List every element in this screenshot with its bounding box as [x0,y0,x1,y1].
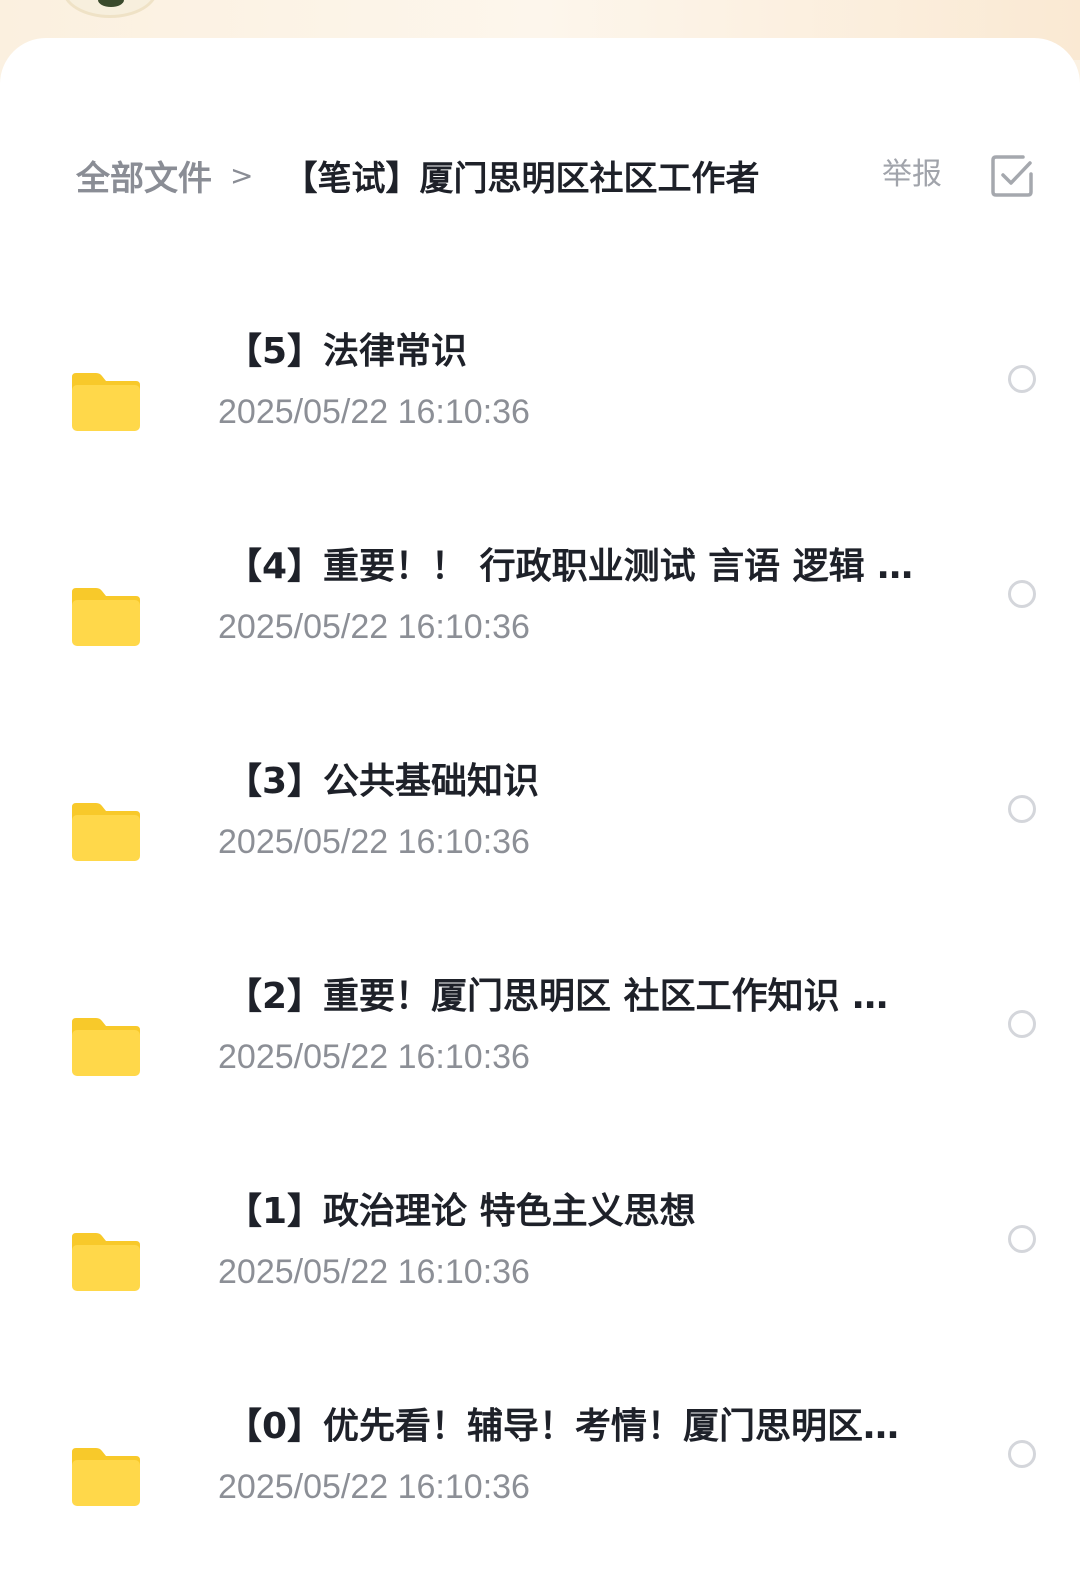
report-button[interactable]: 举报 [882,154,942,196]
list-item[interactable]: 【5】法律常识 2025/05/22 16:10:36 [0,310,1080,470]
list-item[interactable]: 【0】优先看！辅导！考情！厦门思明区… 2025/05/22 16:10:36 [0,1385,1080,1545]
file-date: 2025/05/22 16:10:36 [218,1253,530,1291]
breadcrumb-root-link[interactable]: 全部文件 [76,151,212,200]
file-name: 【3】公共基础知识 [226,761,540,802]
list-item[interactable]: 【4】重要！！ 行政职业测试 言语 逻辑 … 2025/05/22 16:10:… [0,525,1080,685]
folder-icon [72,1233,140,1291]
list-item[interactable]: 【2】重要！厦门思明区 社区工作知识 … 2025/05/22 16:10:36 [0,955,1080,1115]
file-date: 2025/05/22 16:10:36 [218,1468,530,1506]
list-item[interactable]: 【1】政治理论 特色主义思想 2025/05/22 16:10:36 [0,1170,1080,1330]
file-name: 【2】重要！厦门思明区 社区工作知识 … [226,976,889,1017]
folder-icon [72,803,140,861]
file-name: 【1】政治理论 特色主义思想 [226,1191,696,1232]
file-date: 2025/05/22 16:10:36 [218,608,530,646]
list-item[interactable]: 【3】公共基础知识 2025/05/22 16:10:36 [0,740,1080,900]
checkbox-check-icon[interactable] [990,154,1034,198]
select-radio[interactable] [1008,580,1036,608]
select-radio[interactable] [1008,795,1036,823]
breadcrumb: 全部文件 > 【笔试】厦门思明区社区工作者 [76,150,759,200]
file-date: 2025/05/22 16:10:36 [218,393,530,431]
folder-icon [72,1448,140,1506]
select-radio[interactable] [1008,1010,1036,1038]
file-date: 2025/05/22 16:10:36 [218,823,530,861]
select-radio[interactable] [1008,1225,1036,1253]
file-name: 【5】法律常识 [226,331,468,372]
folder-icon [72,1018,140,1076]
select-radio[interactable] [1008,1440,1036,1468]
file-name: 【4】重要！！ 行政职业测试 言语 逻辑 … [226,546,914,587]
file-date: 2025/05/22 16:10:36 [218,1038,530,1076]
folder-icon [72,373,140,431]
breadcrumb-current-folder: 【笔试】厦门思明区社区工作者 [283,158,760,199]
file-name: 【0】优先看！辅导！考情！厦门思明区… [226,1406,900,1447]
breadcrumb-separator: > [230,158,254,192]
folder-icon [72,588,140,646]
select-radio[interactable] [1008,365,1036,393]
